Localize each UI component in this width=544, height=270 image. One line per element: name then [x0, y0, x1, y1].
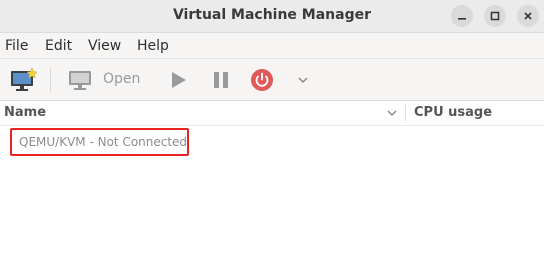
connection-row[interactable]: QEMU/KVM - Not Connected — [10, 128, 189, 156]
close-icon — [524, 12, 532, 20]
menu-help[interactable]: Help — [137, 38, 169, 54]
menu-bar: File Edit View Help — [0, 33, 544, 59]
open-button[interactable]: Open — [103, 71, 140, 87]
run-button[interactable] — [167, 69, 189, 91]
menu-view[interactable]: View — [88, 38, 121, 54]
pause-button[interactable] — [210, 69, 232, 91]
chevron-down-icon — [298, 77, 308, 84]
minimize-icon — [458, 18, 466, 20]
new-vm-button[interactable] — [8, 67, 38, 93]
menu-file[interactable]: File — [5, 38, 28, 54]
menu-edit[interactable]: Edit — [45, 38, 72, 54]
connection-label: QEMU/KVM - Not Connected — [19, 135, 188, 149]
toolbar: Open — [0, 59, 544, 101]
monitor-icon — [69, 71, 91, 90]
close-button[interactable] — [517, 5, 539, 27]
column-divider[interactable] — [405, 104, 406, 122]
shutdown-menu-button[interactable] — [295, 72, 311, 88]
column-name-header[interactable]: Name — [4, 105, 46, 120]
pause-icon — [214, 72, 228, 88]
shutdown-button[interactable] — [250, 68, 274, 92]
connection-list[interactable]: QEMU/KVM - Not Connected — [0, 126, 544, 270]
open-icon-wrap[interactable] — [66, 68, 94, 92]
minimize-button[interactable] — [451, 5, 473, 27]
sort-chevron-icon[interactable] — [386, 107, 398, 119]
play-icon — [172, 72, 186, 88]
column-header: Name CPU usage — [0, 101, 544, 126]
power-icon — [251, 69, 273, 91]
maximize-button[interactable] — [484, 5, 506, 27]
monitor-with-star-icon — [11, 68, 37, 91]
toolbar-separator — [50, 68, 51, 92]
maximize-icon — [490, 11, 500, 21]
column-cpu-header[interactable]: CPU usage — [414, 105, 492, 120]
title-bar: Virtual Machine Manager — [0, 0, 544, 33]
